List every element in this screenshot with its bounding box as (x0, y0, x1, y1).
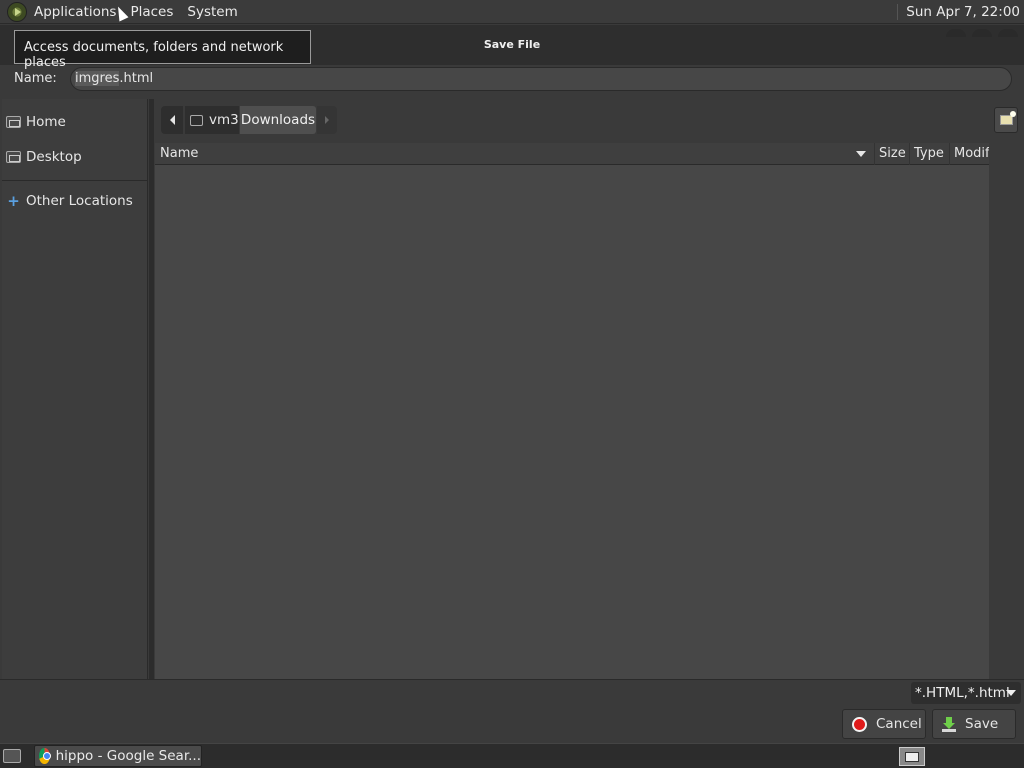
maximize-button[interactable] (972, 29, 992, 37)
create-folder-button[interactable] (994, 107, 1018, 133)
column-header-name[interactable]: Name (155, 142, 875, 165)
name-row: Name: imgres.html (0, 65, 1024, 95)
clock[interactable]: Sun Apr 7, 22:00 (897, 4, 1020, 20)
path-bar: vm3 Downloads (155, 99, 1024, 143)
path-scroll-left-button[interactable] (161, 106, 183, 134)
path-segment-home[interactable]: vm3 (185, 106, 239, 134)
home-folder-icon (6, 116, 21, 128)
cancel-button-label: Cancel (876, 716, 922, 732)
sidebar-separator (2, 180, 148, 181)
close-button[interactable] (998, 29, 1018, 37)
sidebar-item-label: Home (26, 114, 66, 130)
file-type-filter-label: *.HTML,*.html (915, 685, 1010, 701)
distro-logo-icon[interactable] (7, 1, 27, 22)
cancel-icon (852, 716, 867, 732)
save-button[interactable]: Save (932, 709, 1016, 739)
minimize-button[interactable] (946, 29, 966, 37)
filename-selected-text: imgres (75, 71, 120, 86)
name-label: Name: (14, 71, 57, 86)
chevron-down-icon (1006, 690, 1016, 696)
new-folder-icon (999, 111, 1016, 125)
plus-icon: + (7, 192, 20, 210)
desktop-folder-icon (6, 151, 21, 163)
sidebar-item-home[interactable]: Home (6, 114, 66, 130)
column-header-size[interactable]: Size (875, 142, 910, 165)
save-button-label: Save (965, 716, 999, 732)
taskbar-window-button[interactable]: hippo - Google Sear... (34, 745, 202, 767)
filename-input[interactable]: imgres.html (70, 67, 1012, 91)
taskbar-window-title: hippo - Google Sear... (55, 748, 201, 764)
chrome-icon (39, 748, 51, 764)
chevron-left-icon (169, 115, 175, 125)
window-controls (946, 29, 1018, 37)
sidebar-item-other-locations[interactable]: + Other Locations (6, 192, 133, 210)
places-tooltip: Access documents, folders and network pl… (14, 30, 311, 70)
places-sidebar: Home Desktop + Other Locations (2, 99, 148, 679)
home-folder-icon (190, 114, 203, 126)
top-panel: Applications Places System Sun Apr 7, 22… (0, 0, 1024, 24)
path-segment-label: Downloads (240, 112, 316, 128)
column-header-type[interactable]: Type (910, 142, 950, 165)
pane-divider[interactable] (149, 99, 154, 679)
column-header-modified[interactable]: Modif (950, 143, 989, 165)
taskbar: hippo - Google Sear... (0, 743, 1024, 768)
chevron-right-icon (325, 116, 329, 124)
places-menu[interactable]: Places (130, 4, 173, 20)
filename-extension-text: .html (119, 71, 154, 86)
sort-descending-icon (856, 150, 866, 157)
workspace-icon (905, 752, 919, 762)
show-desktop-icon[interactable] (3, 749, 21, 763)
sidebar-item-label: Other Locations (26, 193, 133, 209)
system-menu[interactable]: System (187, 4, 237, 20)
path-segment-label: vm3 (209, 112, 239, 128)
save-download-icon (942, 716, 956, 732)
column-header-row: Name Size Type Modif (155, 142, 989, 165)
path-scroll-right-button[interactable] (317, 106, 337, 134)
dialog-footer: *.HTML,*.html Cancel Save (0, 679, 1024, 743)
sidebar-item-label: Desktop (26, 149, 82, 165)
file-list[interactable]: Name Size Type Modif (155, 142, 989, 679)
file-list-scroll-gutter (989, 143, 1024, 679)
workspace-switcher[interactable] (899, 747, 925, 766)
applications-menu[interactable]: Applications (34, 4, 116, 20)
sidebar-item-desktop[interactable]: Desktop (6, 149, 82, 165)
column-header-label: Name (160, 145, 199, 161)
file-type-filter-dropdown[interactable]: *.HTML,*.html (911, 682, 1021, 704)
cancel-button[interactable]: Cancel (842, 709, 926, 739)
path-segment-current[interactable]: Downloads (240, 106, 316, 134)
